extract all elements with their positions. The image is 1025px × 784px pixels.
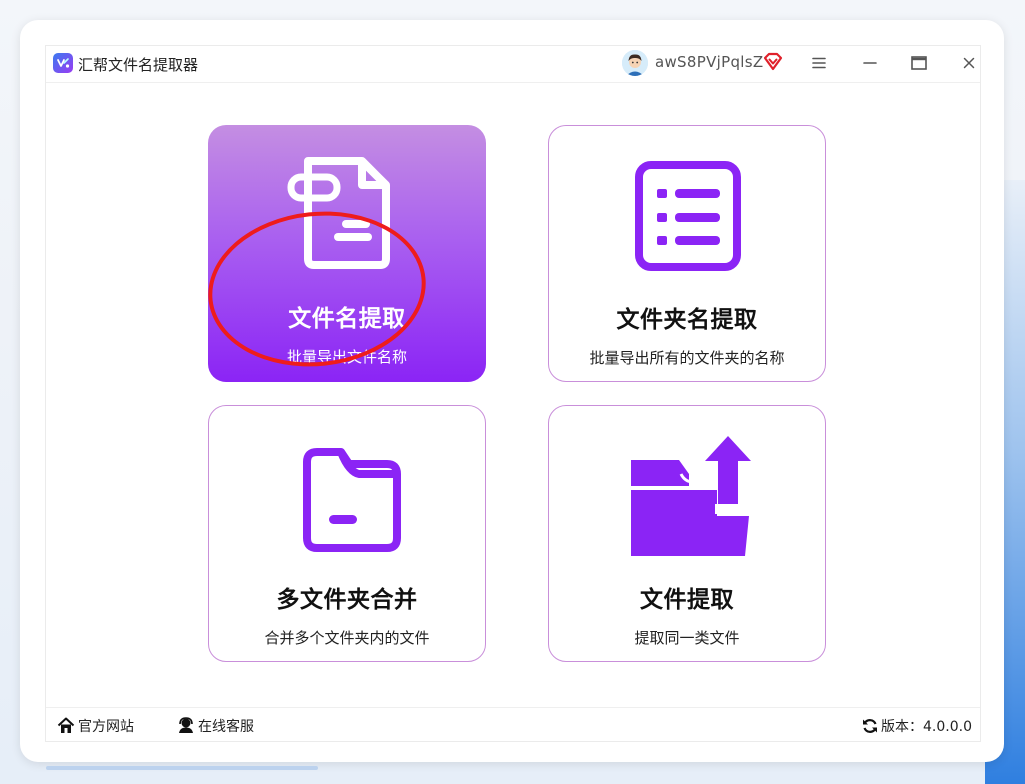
tile-description: 合并多个文件夹内的文件 — [264, 629, 430, 647]
folder-upload-icon — [623, 434, 753, 568]
status-bar: 官方网站 在线客服 版本：4.0.0.0 — [46, 707, 980, 742]
tile-description: 批量导出文件名称 — [286, 348, 407, 366]
tile-file-extract[interactable]: 文件提取 提取同一类文件 — [548, 405, 826, 662]
tile-title: 文件夹名提取 — [616, 307, 758, 333]
tile-description: 批量导出所有的文件夹的名称 — [589, 349, 785, 367]
tile-description: 提取同一类文件 — [634, 629, 740, 647]
home-icon — [57, 717, 75, 733]
official-website-link[interactable]: 官方网站 — [57, 716, 134, 736]
tile-merge-folders[interactable]: 多文件夹合并 合并多个文件夹内的文件 — [208, 405, 486, 662]
app-title: 汇帮文件名提取器 — [78, 56, 199, 74]
online-service-label: 在线客服 — [198, 719, 254, 735]
tile-title: 文件提取 — [640, 587, 734, 613]
scroll-hint-bar — [46, 766, 318, 770]
maximize-icon[interactable] — [905, 50, 933, 76]
title-bar: 汇帮文件名提取器 awS8PVjPqlsZ — [46, 46, 980, 83]
app-logo-icon — [53, 53, 73, 73]
tile-title: 文件名提取 — [288, 306, 406, 332]
tile-title: 多文件夹合并 — [276, 587, 418, 613]
version-info: 版本：4.0.0.0 — [862, 716, 972, 736]
tile-filename-extract[interactable]: 文件名提取 批量导出文件名称 — [208, 125, 486, 382]
minimize-icon[interactable] — [856, 50, 884, 76]
username[interactable]: awS8PVjPqlsZ — [655, 53, 763, 71]
folder-icon — [283, 434, 413, 558]
vip-diamond-icon[interactable] — [762, 52, 784, 76]
user-avatar-icon[interactable] — [622, 50, 648, 76]
refresh-icon — [863, 719, 878, 733]
tile-foldername-extract[interactable]: 文件夹名提取 批量导出所有的文件夹的名称 — [548, 125, 826, 382]
close-icon[interactable] — [955, 50, 983, 76]
official-website-label: 官方网站 — [78, 719, 134, 735]
app-window: 汇帮文件名提取器 awS8PVjPqlsZ 文件名提取 批量导出文件名称 文件夹… — [45, 45, 981, 742]
hamburger-menu-icon[interactable] — [805, 50, 833, 76]
version-label: 版本：4.0.0.0 — [881, 719, 972, 735]
customer-service-icon — [179, 717, 193, 733]
online-service-link[interactable]: 在线客服 — [177, 716, 254, 736]
document-icon — [282, 153, 412, 277]
list-icon — [623, 154, 753, 278]
